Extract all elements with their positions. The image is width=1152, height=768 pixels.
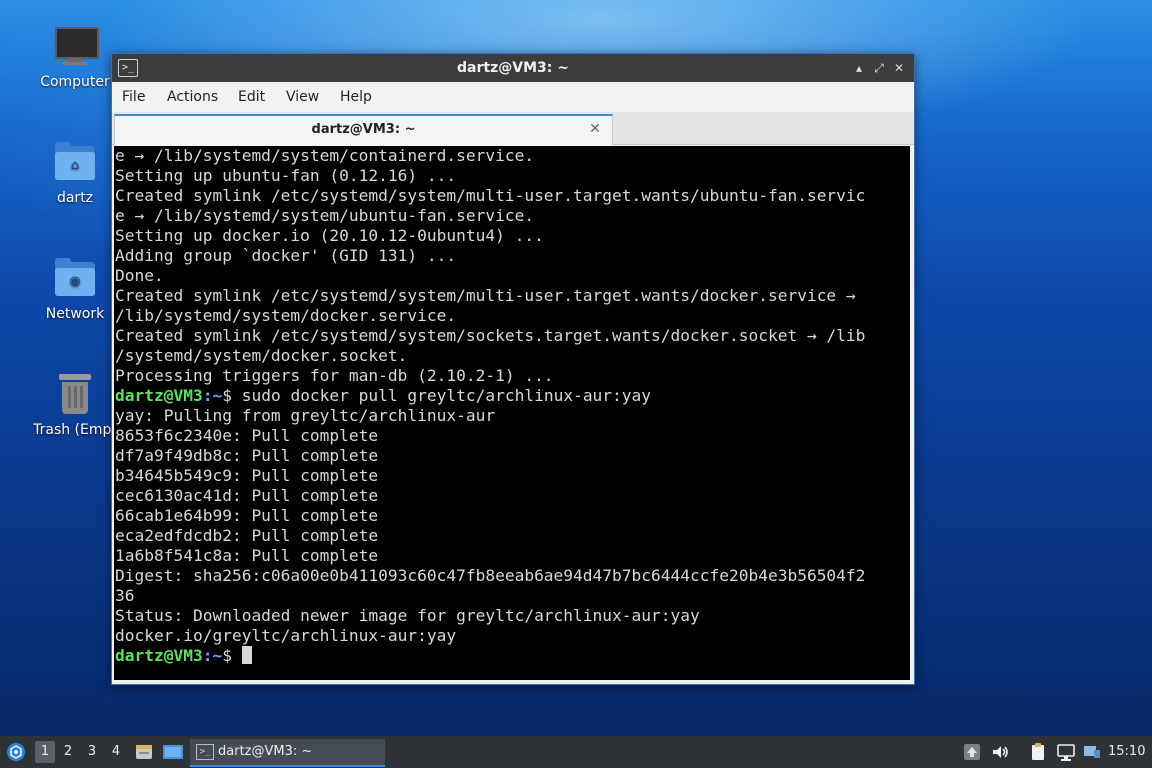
terminal-line: eca2edfdcdb2: Pull complete [115, 526, 379, 545]
prompt-user: dartz@VM3 [115, 386, 203, 405]
desktop-icon-computer[interactable]: Computer [27, 24, 123, 90]
terminal-line: df7a9f49db8c: Pull complete [115, 446, 379, 465]
terminal-line: yay: Pulling from greyltc/archlinux-aur [115, 406, 496, 425]
command-line: dartz@VM3:~$ sudo docker pull greyltc/ar… [114, 386, 910, 406]
menu-file[interactable]: File [122, 82, 145, 112]
file-manager-launcher-icon[interactable] [134, 742, 154, 762]
terminal-line: 66cab1e64b99: Pull complete [115, 506, 379, 525]
terminal-line: Processing triggers for man-db (2.10.2-1… [115, 366, 554, 385]
terminal-line: Created symlink /etc/systemd/system/sock… [115, 326, 866, 345]
prompt-user: dartz@VM3 [115, 646, 203, 665]
update-tray-icon[interactable] [962, 742, 982, 762]
prompt-path: :~ [202, 646, 223, 665]
clipboard-icon[interactable] [1028, 742, 1048, 762]
screen-icon[interactable] [1082, 742, 1102, 762]
text-cursor [241, 646, 252, 664]
menu-edit[interactable]: Edit [238, 82, 265, 112]
prompt-line[interactable]: dartz@VM3:~$ [114, 646, 910, 666]
terminal-line: 36 [115, 586, 135, 605]
app-menu-icon[interactable] [6, 742, 26, 762]
terminal-line: Created symlink /etc/systemd/system/mult… [115, 186, 866, 205]
desktop-icon-trash[interactable]: Trash (Empt [27, 372, 123, 438]
terminal-line: Adding group `docker' (GID 131) ... [115, 246, 457, 265]
clock[interactable]: 15:10 [1108, 736, 1145, 768]
terminal-line: Setting up ubuntu-fan (0.12.16) ... [115, 166, 457, 185]
prompt-symbol: $ [222, 646, 232, 665]
terminal-task-icon: >_ [196, 744, 214, 760]
taskbar: 1 2 3 4 >_ dartz@VM3: ~ 15:10 [0, 736, 1152, 768]
terminal-output[interactable]: e → /lib/systemd/system/containerd.servi… [114, 146, 910, 680]
tab-close-icon[interactable]: ✕ [586, 120, 604, 138]
terminal-line: e → /lib/systemd/system/ubuntu-fan.servi… [115, 206, 535, 225]
network-folder-icon: ◉ [53, 256, 97, 300]
desktop-icon-home-folder[interactable]: ⌂ dartz [27, 140, 123, 206]
terminal-line: cec6130ac41d: Pull complete [115, 486, 379, 505]
minimize-button[interactable]: ▴ [850, 59, 868, 77]
terminal-line: Setting up docker.io (20.10.12-0ubuntu4)… [115, 226, 544, 245]
desktop-icon-label: Computer [40, 74, 110, 90]
computer-icon [53, 24, 99, 68]
desktop-icon-label: Trash (Empt [33, 422, 117, 438]
terminal-line: Created symlink /etc/systemd/system/mult… [115, 286, 856, 305]
tab-bar: dartz@VM3: ~ ✕ [112, 112, 914, 145]
menu-help[interactable]: Help [340, 82, 372, 112]
terminal-line: b34645b549c9: Pull complete [115, 466, 379, 485]
workspace-3[interactable]: 3 [82, 741, 102, 763]
home-folder-icon: ⌂ [53, 140, 97, 184]
terminal-window: >_ dartz@VM3: ~ ▴ ⤢ ✕ File Actions Edit … [111, 53, 915, 685]
desktop-icon-label: Network [45, 306, 105, 322]
menu-view[interactable]: View [286, 82, 319, 112]
workspace-1[interactable]: 1 [35, 741, 55, 763]
close-button[interactable]: ✕ [890, 59, 908, 77]
terminal-line: 8653f6c2340e: Pull complete [115, 426, 379, 445]
window-titlebar[interactable]: >_ dartz@VM3: ~ ▴ ⤢ ✕ [112, 54, 914, 82]
trash-icon [53, 372, 97, 416]
terminal-line: /systemd/system/docker.socket. [115, 346, 408, 365]
show-desktop-icon[interactable] [162, 742, 184, 762]
prompt-symbol: $ [222, 386, 232, 405]
terminal-line: Done. [115, 266, 164, 285]
tab-title: dartz@VM3: ~ [311, 122, 416, 137]
terminal-line: /lib/systemd/system/docker.service. [115, 306, 457, 325]
desktop-icon-network[interactable]: ◉ Network [27, 256, 123, 322]
taskbar-terminal-button[interactable]: >_ dartz@VM3: ~ [190, 739, 385, 767]
network-icon[interactable] [1056, 742, 1076, 762]
terminal-line: docker.io/greyltc/archlinux-aur:yay [115, 626, 457, 645]
terminal-tab[interactable]: dartz@VM3: ~ ✕ [114, 114, 613, 145]
workspace-2[interactable]: 2 [58, 741, 78, 763]
terminal-line: 1a6b8f541c8a: Pull complete [115, 546, 379, 565]
prompt-path: :~ [202, 386, 223, 405]
workspace-4[interactable]: 4 [106, 741, 126, 763]
terminal-line: Status: Downloaded newer image for greyl… [115, 606, 700, 625]
desktop-icon-label: dartz [56, 190, 94, 206]
terminal-line: Digest: sha256:c06a00e0b411093c60c47fb8e… [115, 566, 866, 585]
menu-actions[interactable]: Actions [167, 82, 218, 112]
taskbar-terminal-label: dartz@VM3: ~ [218, 744, 313, 759]
window-title: dartz@VM3: ~ [457, 60, 569, 76]
volume-icon[interactable] [990, 742, 1010, 762]
command-text: sudo docker pull greyltc/archlinux-aur:y… [231, 386, 652, 405]
terminal-line: e → /lib/systemd/system/containerd.servi… [115, 146, 535, 165]
menu-bar: File Actions Edit View Help [112, 82, 914, 112]
maximize-button[interactable]: ⤢ [870, 59, 888, 77]
